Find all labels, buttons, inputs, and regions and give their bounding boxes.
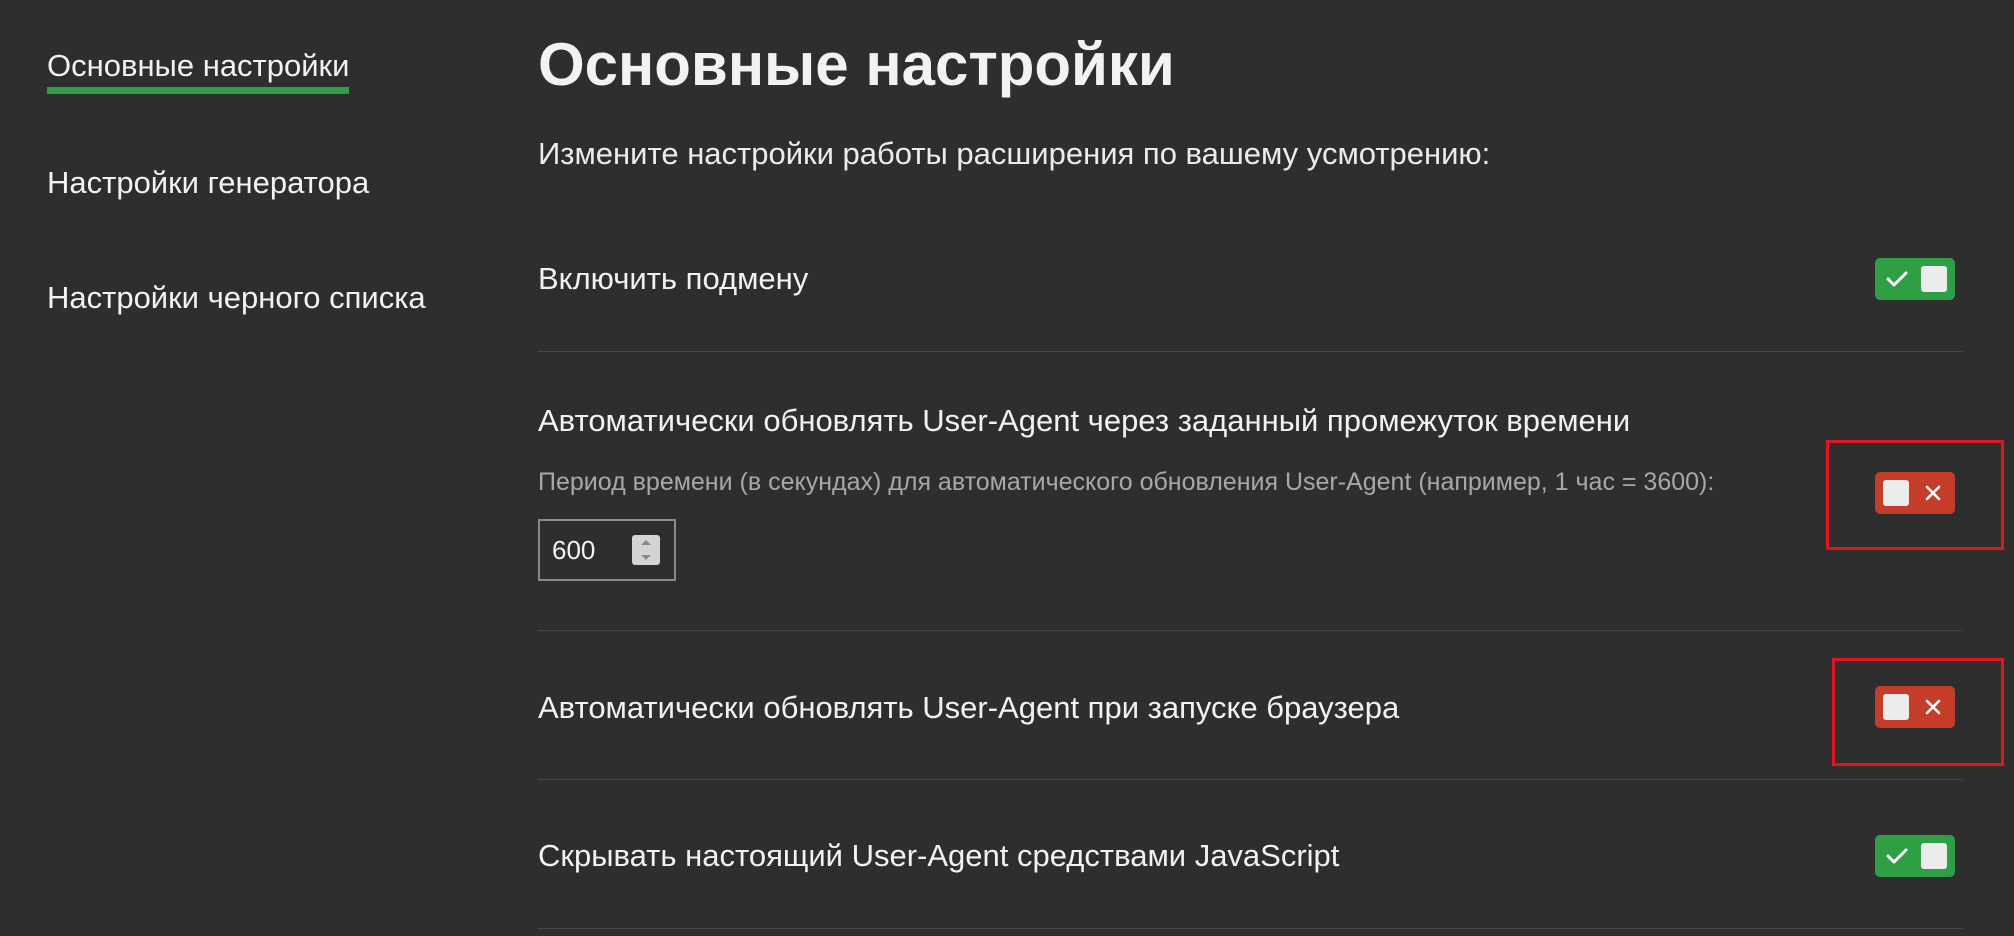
sidebar-item-main-settings[interactable]: Основные настройки: [47, 48, 350, 94]
main-content: Основные настройки Измените настройки ра…: [538, 0, 2004, 936]
toggle-knob: [1883, 694, 1909, 720]
setting-label-enable-spoofing: Включить подмену: [538, 261, 809, 296]
toggle-hide-real-ua-js[interactable]: [1875, 835, 1955, 877]
toggle-auto-update-on-start[interactable]: [1875, 686, 1955, 728]
setting-label-auto-update-on-start: Автоматически обновлять User-Agent при з…: [538, 690, 1400, 725]
page-title: Основные настройки: [538, 31, 1175, 98]
setting-label-auto-update-interval: Автоматически обновлять User-Agent через…: [538, 403, 1631, 438]
checkmark-icon: [1877, 258, 1917, 300]
triangle-down-icon[interactable]: [632, 550, 660, 565]
sidebar-item-generator-settings[interactable]: Настройки генератора: [47, 165, 369, 201]
toggle-knob: [1921, 266, 1947, 292]
sidebar-item-blacklist-settings[interactable]: Настройки черного списка: [47, 280, 426, 316]
interval-seconds-field[interactable]: [552, 531, 632, 569]
divider: [538, 630, 1963, 631]
interval-spinner[interactable]: [632, 535, 660, 565]
toggle-auto-update-interval[interactable]: [1875, 472, 1955, 514]
x-icon: [1913, 686, 1953, 728]
toggle-knob: [1883, 480, 1909, 506]
divider: [538, 779, 1963, 780]
toggle-knob: [1921, 843, 1947, 869]
divider: [538, 351, 1963, 352]
checkmark-icon: [1877, 835, 1917, 877]
interval-number-input[interactable]: [538, 519, 676, 581]
setting-description-interval: Период времени (в секундах) для автомати…: [538, 468, 1715, 496]
x-icon: [1913, 472, 1953, 514]
toggle-enable-spoofing[interactable]: [1875, 258, 1955, 300]
divider: [538, 928, 1963, 929]
triangle-up-icon[interactable]: [632, 535, 660, 550]
page-subtitle: Измените настройки работы расширения по …: [538, 136, 1491, 171]
setting-label-hide-real-ua-js: Скрывать настоящий User-Agent средствами…: [538, 838, 1340, 873]
